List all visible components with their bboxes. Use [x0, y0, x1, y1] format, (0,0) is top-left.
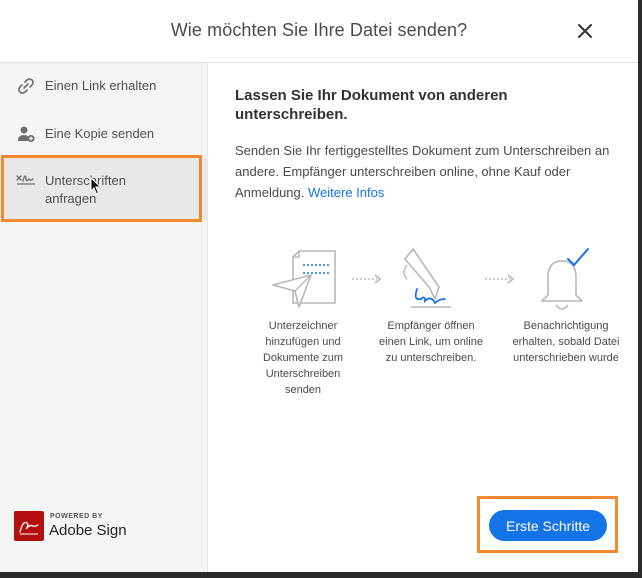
dialog-header: Wie möchten Sie Ihre Datei senden? — [0, 0, 638, 63]
step-3-text: Benachrichtigung erhalten, sobald Datei … — [512, 320, 620, 364]
steps-illustration: Unterzeichner hinzufügen und Dokumente z… — [248, 243, 638, 403]
window-edge — [638, 0, 642, 578]
sidebar-item-send-copy[interactable]: Eine Kopie senden — [0, 119, 207, 149]
panel-heading: Lassen Sie Ihr Dokument von anderen unte… — [235, 87, 508, 123]
more-info-link[interactable]: Weitere Infos — [308, 185, 384, 200]
description-text: Senden Sie Ihr fertiggestelltes Dokument… — [235, 143, 610, 200]
brand-name: Adobe Sign — [49, 522, 127, 539]
adobe-sign-logo-icon — [19, 521, 39, 535]
step-2-text: Empfänger öffnen einen Link, um online z… — [379, 320, 483, 364]
main-panel: Lassen Sie Ihr Dokument von anderen unte… — [208, 63, 638, 572]
panel-description: Senden Sie Ihr fertiggestelltes Dokument… — [235, 140, 620, 203]
send-document-icon — [272, 250, 336, 308]
get-started-button[interactable]: Erste Schritte — [489, 510, 607, 541]
sidebar: Einen Link erhalten Eine Kopie senden Un… — [0, 63, 208, 572]
adobe-sign-logo — [14, 511, 44, 541]
close-icon[interactable] — [576, 22, 594, 40]
sidebar-item-get-link[interactable]: Einen Link erhalten — [0, 71, 207, 101]
dotted-arrow-icon — [352, 274, 382, 284]
dialog-title: Wie möchten Sie Ihre Datei senden? — [170, 20, 468, 40]
powered-by-adobe-sign: POWERED BY Adobe Sign — [14, 511, 154, 541]
person-add-icon — [18, 126, 35, 142]
sidebar-item-request-signatures[interactable]: Unterschriften anfragen — [0, 158, 207, 220]
dotted-arrow-icon — [485, 274, 515, 284]
sidebar-item-label: Eine Kopie senden — [45, 126, 155, 141]
sidebar-item-label: Einen Link erhalten — [45, 78, 157, 93]
signature-icon — [16, 175, 35, 185]
pen-signature-icon — [403, 248, 451, 308]
link-icon — [18, 78, 34, 94]
mouse-cursor-icon — [90, 177, 102, 195]
powered-by-label: POWERED BY — [50, 513, 103, 520]
send-file-dialog: Wie möchten Sie Ihre Datei senden? Einen… — [0, 0, 638, 572]
step-1-text: Unterzeichner hinzufügen und Dokumente z… — [262, 320, 344, 396]
bell-check-icon — [541, 248, 589, 310]
